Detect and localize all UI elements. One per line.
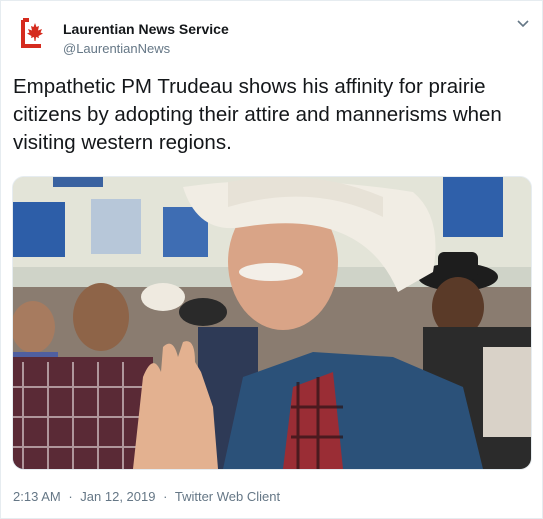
tweet-card: Laurentian News Service @LaurentianNews … [0, 0, 543, 519]
chevron-down-icon [517, 20, 529, 28]
tweet-menu-button[interactable] [516, 17, 530, 31]
account-name[interactable]: Laurentian News Service [63, 21, 229, 37]
tweet-photo[interactable] [12, 176, 532, 470]
tweet-source[interactable]: Twitter Web Client [175, 489, 280, 504]
maple-leaf-logo-icon [21, 18, 43, 48]
separator: · [68, 489, 73, 504]
tweet-text: Empathetic PM Trudeau shows his affinity… [13, 75, 502, 154]
tweet-date[interactable]: Jan 12, 2019 [80, 489, 155, 504]
tweet-timestamp[interactable]: 2:13 AM [13, 489, 61, 504]
account-handle[interactable]: @LaurentianNews [63, 41, 170, 56]
separator: · [163, 489, 168, 504]
photo-image [13, 177, 531, 469]
tweet-meta: 2:13 AM · Jan 12, 2019 · Twitter Web Cli… [13, 489, 280, 504]
account-avatar[interactable] [13, 14, 51, 52]
